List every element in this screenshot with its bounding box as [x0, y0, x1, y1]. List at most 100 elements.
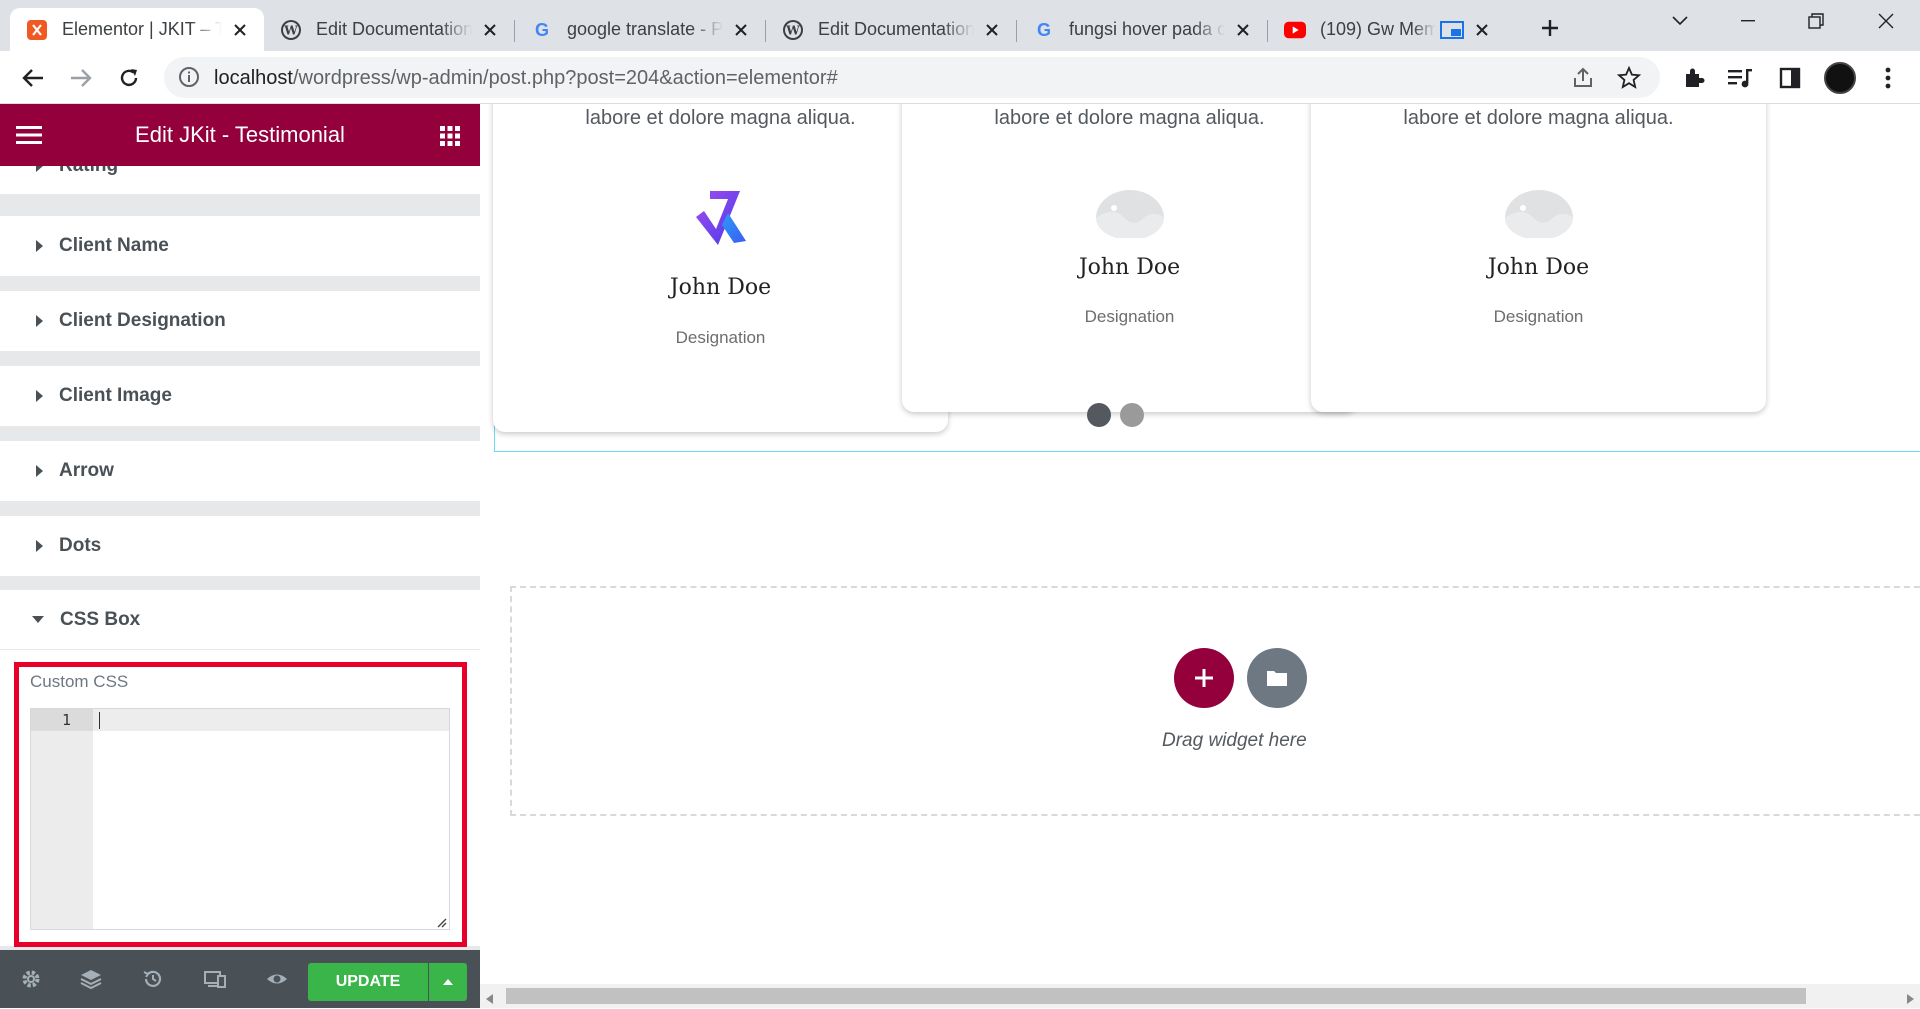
testimonial-card: labore et dolore magna aliqua. John Doe …: [902, 104, 1357, 412]
horizontal-scrollbar[interactable]: [480, 984, 1920, 1008]
section-label: Arrow: [59, 460, 114, 481]
section-label: Client Name: [59, 235, 169, 256]
media-controls-icon[interactable]: [1726, 64, 1754, 92]
testimonial-text: labore et dolore magna aliqua.: [1403, 107, 1674, 129]
new-tab-button[interactable]: [1534, 12, 1566, 44]
panel-footer: UPDATE: [0, 950, 480, 1008]
active-line: [31, 709, 449, 731]
testimonial-text: labore et dolore magna aliqua.: [585, 107, 856, 129]
info-icon[interactable]: [178, 66, 200, 88]
reload-icon[interactable]: [112, 61, 146, 95]
editor-gutter: [31, 709, 93, 929]
browser-tab-google-translate[interactable]: G google translate - Penelusuran Google: [515, 8, 765, 51]
browser-tab-edit-documentation-2[interactable]: W Edit Documentation: [766, 8, 1016, 51]
caret-up-icon: [443, 979, 453, 985]
section-arrow[interactable]: Arrow: [0, 441, 480, 501]
folder-icon: [1267, 671, 1287, 686]
carousel-dot-active[interactable]: [1087, 403, 1111, 427]
close-icon[interactable]: [982, 20, 1002, 40]
tab-title: (109) Gw Memb: [1320, 19, 1436, 39]
caret-right-icon: [36, 540, 43, 552]
section-client-name[interactable]: Client Name: [0, 216, 480, 276]
tab-title: fungsi hover pada css: [1069, 19, 1225, 39]
close-icon[interactable]: [1472, 20, 1492, 40]
svg-text:G: G: [535, 20, 549, 40]
close-icon[interactable]: [1233, 20, 1253, 40]
update-button[interactable]: UPDATE: [308, 963, 428, 1001]
tab-title: Edit Documentation: [818, 19, 974, 39]
settings-gear-icon[interactable]: [20, 968, 42, 990]
minimize-icon[interactable]: [1714, 0, 1782, 42]
youtube-icon: [1284, 19, 1306, 41]
bookmark-star-icon[interactable]: [1616, 65, 1642, 91]
svg-text:W: W: [283, 23, 298, 37]
jkit-logo-image: [688, 183, 754, 249]
forward-icon[interactable]: [64, 61, 98, 95]
client-name: John Doe: [669, 275, 772, 300]
client-name: John Doe: [1487, 255, 1590, 280]
browser-tab-fungsi-hover[interactable]: G fungsi hover pada css: [1017, 8, 1267, 51]
scrollbar-thumb[interactable]: [506, 988, 1806, 1004]
widgets-grid-icon[interactable]: [440, 126, 460, 146]
caret-right-icon: [36, 315, 43, 327]
elementor-icon: [26, 19, 48, 41]
profile-avatar[interactable]: [1824, 62, 1856, 94]
scroll-left-icon[interactable]: [486, 991, 494, 1009]
testimonial-card: labore et dolore magna aliqua. John Doe …: [493, 104, 948, 432]
tab-title: google translate - Penelusuran Google: [567, 19, 723, 39]
custom-css-editor[interactable]: 1: [30, 708, 450, 930]
extensions-icon[interactable]: [1680, 64, 1708, 92]
history-icon[interactable]: [142, 968, 164, 990]
tab-search-icon[interactable]: [1646, 0, 1714, 42]
url-text: localhost/wordpress/wp-admin/post.php?po…: [214, 67, 838, 90]
testimonial-widget[interactable]: labore et dolore magna aliqua. John Doe …: [493, 104, 1920, 452]
google-icon: G: [531, 19, 553, 41]
navigator-layers-icon[interactable]: [80, 968, 102, 990]
caret-right-icon: [36, 390, 43, 402]
browser-tab-bar: Elementor | JKIT – Testimonial W Edit Do…: [0, 0, 1920, 51]
add-template-button[interactable]: [1247, 648, 1307, 708]
close-icon[interactable]: [230, 20, 250, 40]
section-dots[interactable]: Dots: [0, 516, 480, 576]
carousel-dot[interactable]: [1120, 403, 1144, 427]
elementor-preview: labore et dolore magna aliqua. John Doe …: [480, 104, 1920, 1008]
close-icon[interactable]: [731, 20, 751, 40]
address-bar[interactable]: localhost/wordpress/wp-admin/post.php?po…: [164, 57, 1660, 98]
close-icon[interactable]: [480, 20, 500, 40]
resize-handle-icon[interactable]: [435, 915, 447, 928]
client-designation: Designation: [675, 328, 766, 347]
google-icon: G: [1033, 19, 1055, 41]
section-client-designation[interactable]: Client Designation: [0, 291, 480, 351]
drag-widget-text: Drag widget here: [1162, 730, 1307, 751]
responsive-mode-icon[interactable]: [204, 968, 226, 990]
svg-text:W: W: [785, 23, 800, 37]
browser-tab-youtube[interactable]: (109) Gw Memb: [1268, 8, 1518, 51]
preview-eye-icon[interactable]: [266, 968, 288, 990]
browser-tab-elementor[interactable]: Elementor | JKIT – Testimonial: [10, 8, 264, 51]
svg-text:G: G: [1037, 20, 1051, 40]
restore-icon[interactable]: [1782, 0, 1850, 42]
client-designation: Designation: [1493, 307, 1584, 326]
wordpress-icon: W: [782, 19, 804, 41]
window-close-icon[interactable]: [1852, 0, 1920, 42]
update-options-button[interactable]: [429, 963, 467, 1001]
caret-down-icon: [32, 616, 44, 623]
scroll-right-icon[interactable]: [1906, 991, 1914, 1009]
section-label: Dots: [59, 535, 102, 556]
section-label: CSS Box: [60, 608, 141, 630]
elementor-panel: Edit JKit - Testimonial Rating Client Na…: [0, 104, 480, 1008]
section-css-box[interactable]: CSS Box: [0, 590, 480, 650]
client-designation: Designation: [1084, 307, 1175, 326]
placeholder-image-icon: [1503, 188, 1575, 240]
back-icon[interactable]: [16, 61, 50, 95]
side-panel-icon[interactable]: [1776, 64, 1804, 92]
add-section-button[interactable]: [1174, 648, 1234, 708]
section-client-image[interactable]: Client Image: [0, 366, 480, 426]
client-name: John Doe: [1078, 255, 1181, 280]
custom-css-label: Custom CSS: [30, 672, 129, 691]
browser-tab-edit-documentation[interactable]: W Edit Documentation: [264, 8, 514, 51]
share-icon[interactable]: [1570, 65, 1596, 91]
tab-title: Elementor | JKIT – Testimonial: [62, 19, 222, 39]
tab-title: Edit Documentation: [316, 19, 472, 39]
kebab-menu-icon[interactable]: [1874, 64, 1902, 92]
